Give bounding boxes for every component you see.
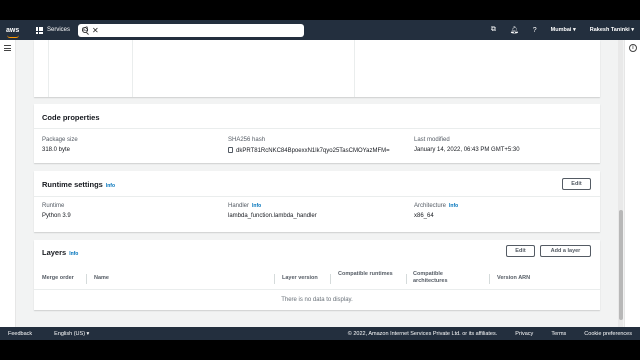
footer-right: © 2022, Amazon Internet Services Private…: [340, 331, 632, 337]
runtime-settings-heading: Runtime settings Info: [42, 180, 115, 189]
layers-panel: Layers Info Edit Add a layer Merge order …: [34, 240, 600, 310]
cookie-preferences-link[interactable]: Cookie preferences: [584, 331, 632, 337]
column-separator: [274, 274, 275, 284]
layers-heading: Layers Info: [42, 248, 78, 257]
architecture-value: x86_64: [414, 213, 434, 219]
column-separator: [406, 274, 407, 284]
divider: [354, 40, 355, 97]
handler-value: lambda_function.lambda_handler: [228, 213, 317, 219]
last-modified-value: January 14, 2022, 06:43 PM GMT+5:30: [414, 147, 520, 153]
info-panel-icon[interactable]: i: [629, 44, 637, 52]
handler-label: Handler: [228, 203, 250, 209]
column-layer-version[interactable]: Layer version: [282, 275, 318, 282]
search-value: s3: [82, 27, 89, 33]
column-version-arn[interactable]: Version ARN: [497, 275, 530, 282]
grid-icon: [36, 26, 43, 34]
region-label: Mumbai: [550, 27, 572, 33]
layers-title: Layers: [42, 248, 67, 257]
notifications-bell-icon[interactable]: 🔔︎: [510, 26, 519, 34]
footer: Feedback English (US) ▾ © 2022, Amazon I…: [0, 327, 640, 340]
column-separator: [330, 274, 331, 284]
column-separator: [489, 274, 490, 284]
content-area: i Code properties Package size 318.0 byt…: [0, 40, 640, 327]
language-selector[interactable]: English (US) ▾: [46, 331, 89, 337]
divider: [34, 289, 600, 290]
aws-logo-text: aws: [6, 26, 20, 34]
add-layer-button[interactable]: Add a layer: [540, 245, 591, 257]
sha-value-row: dkPRT81RcNKC84BpoexxN1lk7qyo25TasCMOYazM…: [228, 147, 390, 154]
region-selector[interactable]: Mumbai ▾: [551, 27, 576, 33]
column-name[interactable]: Name: [94, 275, 109, 282]
code-properties-panel: Code properties Package size 318.0 byte …: [34, 104, 600, 163]
terms-link[interactable]: Terms: [551, 331, 566, 337]
user-menu[interactable]: Rakesh Taninki ▾: [590, 27, 634, 33]
divider: [48, 40, 49, 97]
search-input[interactable]: s3 ✕: [78, 23, 305, 37]
handler-label-row: Handler Info: [228, 203, 261, 209]
aws-logo[interactable]: aws: [6, 26, 28, 38]
runtime-settings-title: Runtime settings: [42, 180, 103, 189]
left-rail: [0, 40, 16, 327]
divider: [34, 128, 600, 129]
column-merge-order[interactable]: Merge order: [42, 275, 74, 282]
right-rail: i: [624, 40, 640, 327]
code-source-panel: [34, 40, 600, 97]
divider: [34, 196, 600, 197]
runtime-info-link[interactable]: Info: [106, 183, 115, 189]
code-properties-title: Code properties: [42, 113, 100, 122]
copyright-text: © 2022, Amazon Internet Services Private…: [347, 330, 498, 337]
app-frame: aws Services s3 ✕ ⧉ 🔔︎ ? Mumbai ▾ Rakesh…: [0, 0, 640, 360]
layers-info-link[interactable]: Info: [69, 251, 78, 257]
services-label: Services: [47, 27, 71, 33]
scrollbar[interactable]: [618, 40, 623, 327]
services-menu-button[interactable]: Services: [36, 26, 71, 34]
runtime-edit-button[interactable]: Edit: [562, 178, 591, 190]
architecture-label: Architecture: [414, 203, 447, 209]
column-compatible-architectures[interactable]: Compatible architectures: [413, 271, 477, 285]
feedback-link[interactable]: Feedback: [8, 331, 32, 337]
help-icon[interactable]: ?: [533, 27, 537, 34]
handler-info-link[interactable]: Info: [252, 203, 261, 209]
user-name: Rakesh Taninki: [589, 27, 630, 33]
top-navigation-bar: aws Services s3 ✕ ⧉ 🔔︎ ? Mumbai ▾ Rakesh…: [0, 20, 640, 40]
clear-search-icon[interactable]: ✕: [92, 26, 99, 35]
language-label: English (US): [54, 330, 86, 337]
last-modified-label: Last modified: [414, 137, 450, 143]
architecture-label-row: Architecture Info: [414, 203, 458, 209]
privacy-link[interactable]: Privacy: [515, 331, 533, 337]
runtime-settings-panel: Runtime settings Info Edit Runtime Python…: [34, 171, 600, 232]
menu-icon[interactable]: [4, 45, 11, 53]
layers-edit-button[interactable]: Edit: [506, 245, 535, 257]
package-size-label: Package size: [42, 137, 78, 143]
runtime-value: Python 3.9: [42, 213, 71, 219]
copy-icon[interactable]: [228, 147, 233, 153]
architecture-info-link[interactable]: Info: [449, 203, 458, 209]
cloudshell-icon[interactable]: ⧉: [491, 26, 496, 34]
sha-label: SHA256 hash: [228, 137, 266, 143]
aws-smile-icon: [7, 35, 19, 38]
empty-table-message: There is no data to display.: [281, 297, 353, 303]
sha-value: dkPRT81RcNKC84BpoexxN1lk7qyo25TasCMOYazM…: [236, 148, 390, 154]
runtime-label: Runtime: [42, 203, 65, 209]
column-separator: [86, 274, 87, 284]
scrollbar-thumb[interactable]: [618, 210, 623, 320]
top-icons: ⧉ 🔔︎ ? Mumbai ▾ Rakesh Taninki ▾: [491, 26, 634, 34]
package-size-value: 318.0 byte: [42, 147, 71, 153]
column-compatible-runtimes[interactable]: Compatible runtimes: [338, 271, 398, 278]
divider: [132, 40, 133, 97]
